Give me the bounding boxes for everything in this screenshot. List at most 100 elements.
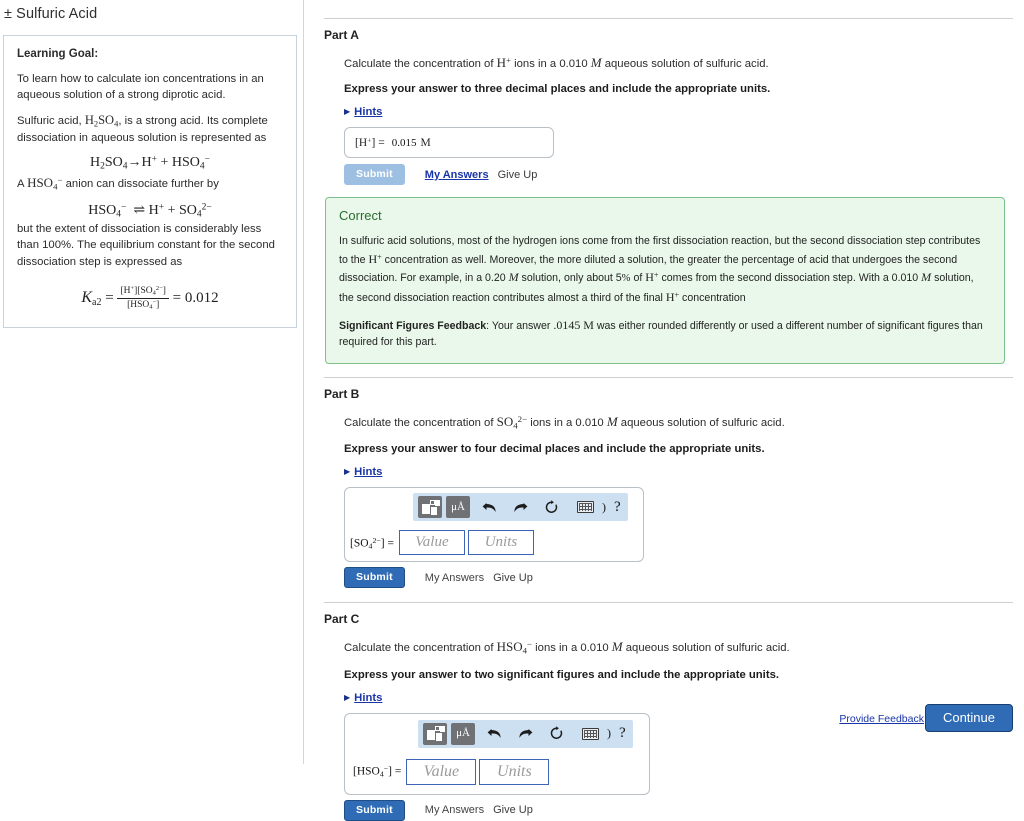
hydrogen-ion-formula: H+ [496, 55, 511, 70]
part-a-give-up-link[interactable]: Give Up [498, 169, 538, 181]
feedback-sigfig-pre: : Your answer [486, 320, 554, 333]
part-c-button-row: Submit My Answers Give Up [344, 799, 1024, 821]
part-c-header: Part C [324, 612, 360, 627]
problem-page: ± Sulfuric Acid Learning Goal: To learn … [0, 0, 1024, 821]
chevron-right-icon: ▶ [344, 107, 351, 117]
molarity-unit: M [606, 414, 618, 430]
part-a-answer-units: M [420, 137, 431, 150]
reset-icon[interactable] [541, 497, 562, 517]
learning-goal-box: Learning Goal: To learn how to calculate… [3, 35, 297, 329]
equation-second-dissociation: HSO4− ⇌ H+ + SO42− [88, 202, 212, 220]
feedback-sigfig-label: Significant Figures Feedback [339, 320, 487, 333]
part-b-answer-label: [SO42−] = [350, 535, 394, 551]
part-a-hints-link[interactable]: Hints [354, 106, 382, 118]
part-b-divider [324, 377, 1013, 379]
continue-button[interactable]: Continue [924, 704, 1013, 732]
part-a-answer-inner: [H+] = 0.015 M [345, 128, 553, 150]
part-b-answer-row: [SO42−] = Value Units [350, 530, 534, 556]
mid-paragraph: A HSO4− anion can dissociate further by [17, 174, 283, 193]
part-c-question-mid: ions in a 0.010 [532, 642, 612, 655]
part-c-my-answers-link[interactable]: My Answers [425, 804, 484, 816]
undo-icon[interactable] [479, 497, 500, 517]
mid-pre-text: A [17, 177, 28, 190]
part-a-question-pre: Calculate the concentration of [344, 58, 497, 70]
part-b-section: Part B Calculate the concentration of SO… [305, 377, 1024, 589]
part-a-correct-feedback: Correct In sulfuric acid solutions, most… [325, 197, 1005, 365]
math-template-icon[interactable] [418, 496, 442, 519]
redo-icon[interactable] [510, 497, 531, 517]
part-b-header: Part B [324, 387, 360, 402]
chevron-right-icon: ▶ [344, 692, 351, 702]
sulfate-ion-formula: SO42− [496, 414, 528, 431]
ka-subscript: a2 [92, 296, 102, 308]
part-b-button-row: Submit My Answers Give Up [344, 567, 1024, 589]
page-footer: Provide Feedback Continue [305, 704, 1024, 764]
part-b-give-up-link[interactable]: Give Up [493, 572, 533, 584]
part-c-submit-button[interactable]: Submit [344, 799, 405, 821]
part-b-hints[interactable]: ▶ Hints [344, 466, 1024, 478]
part-b-answer-widget: μÅ ) ? [SO42−] = Value Units [344, 487, 644, 563]
learning-goal-text: To learn how to calculate ion concentrat… [17, 73, 264, 102]
ka-value: 0.012 [184, 289, 219, 306]
molarity-unit: M [611, 639, 623, 655]
sulfuric-acid-formula: H2SO4 [84, 113, 119, 129]
part-c-hints[interactable]: ▶ Hints [344, 692, 1024, 704]
part-b-question-mid: ions in a 0.010 [527, 417, 607, 430]
part-a-hints[interactable]: ▶ Hints [344, 106, 1024, 118]
part-a-submit-button[interactable]: Submit [344, 164, 405, 186]
part-c-question-pre: Calculate the concentration of [344, 642, 497, 655]
part-c-question: Calculate the concentration of HSO4− ion… [344, 638, 1024, 657]
feedback-sigfig-unit: M [583, 318, 594, 333]
chevron-right-icon: ▶ [344, 467, 351, 477]
part-a-question: Calculate the concentration of H+ ions i… [344, 54, 1024, 72]
keyboard-icon[interactable] [575, 497, 596, 517]
part-a-question-post: aqueous solution of sulfuric acid. [601, 58, 769, 70]
part-a-divider [324, 18, 1013, 19]
provide-feedback-link[interactable]: Provide Feedback [839, 713, 924, 725]
part-c-question-post: aqueous solution of sulfuric acid. [622, 642, 790, 655]
part-b-math-toolbar: μÅ ) ? [413, 493, 628, 522]
feedback-paragraph: In sulfuric acid solutions, most of the … [339, 235, 981, 304]
part-b-units-input[interactable]: Units [467, 530, 534, 556]
part-a-answer-value: 0.015 [391, 137, 417, 150]
part-b-hints-link[interactable]: Hints [354, 466, 382, 478]
part-b-my-answers-link[interactable]: My Answers [425, 572, 484, 584]
part-a-button-row: Submit My Answers Give Up [344, 164, 1024, 186]
main-content: Part A Calculate the concentration of H+… [305, 0, 1024, 821]
feedback-title: Correct [339, 208, 382, 224]
part-c-give-up-link[interactable]: Give Up [493, 804, 533, 816]
part-b-question: Calculate the concentration of SO42− ion… [344, 413, 1024, 432]
part-a-header: Part A [324, 28, 359, 42]
units-micro-angstrom-icon[interactable]: μÅ [446, 496, 470, 519]
bisulfate-ion-formula: HSO4− [496, 639, 533, 656]
paren-label: ) [602, 499, 606, 514]
part-c-instruction: Express your answer to two significant f… [344, 668, 780, 681]
part-a-answer-label: [H+] = [355, 135, 385, 150]
part-c-divider [324, 602, 1013, 604]
molarity-unit: M [590, 55, 602, 70]
page-title: ± Sulfuric Acid [4, 6, 98, 22]
part-a-instruction: Express your answer to three decimal pla… [344, 83, 771, 96]
part-b-submit-button[interactable]: Submit [344, 567, 405, 589]
part-b-instruction: Express your answer to four decimal plac… [344, 443, 765, 456]
equation-ka2: Ka2 = [H+][SO42−] [HSO4−] = 0.012 [81, 284, 219, 312]
mid-post-text: anion can dissociate further by [62, 177, 219, 190]
part-c-hints-link[interactable]: Hints [354, 692, 382, 704]
feedback-sigfig-value: .0145 [553, 318, 581, 333]
part-b-question-pre: Calculate the concentration of [344, 417, 497, 430]
part-a-my-answers-link[interactable]: My Answers [425, 169, 489, 181]
tail-paragraph: but the extent of dissociation is consid… [17, 223, 275, 268]
feedback-sigfig: Significant Figures Feedback: Your answe… [339, 316, 991, 351]
learning-goal-heading: Learning Goal: [17, 48, 99, 60]
intro-pre-text: Sulfuric acid, [17, 115, 85, 128]
ka-fraction: [H+][SO42−] [HSO4−] [117, 285, 169, 312]
part-a-section: Part A Calculate the concentration of H+… [305, 18, 1024, 365]
problem-sidebar: ± Sulfuric Acid Learning Goal: To learn … [0, 0, 304, 764]
help-icon[interactable]: ? [614, 499, 621, 516]
equation-first-dissociation: H2SO4→H+ + HSO4− [89, 154, 211, 172]
part-c-answer-label: [HSO4−] = [353, 764, 402, 780]
part-b-value-input[interactable]: Value [398, 530, 465, 556]
part-a-question-mid: ions in a 0.010 [510, 58, 591, 70]
part-a-answer-box[interactable]: [H+] = 0.015 M [344, 127, 554, 159]
part-b-question-post: aqueous solution of sulfuric acid. [617, 417, 785, 430]
